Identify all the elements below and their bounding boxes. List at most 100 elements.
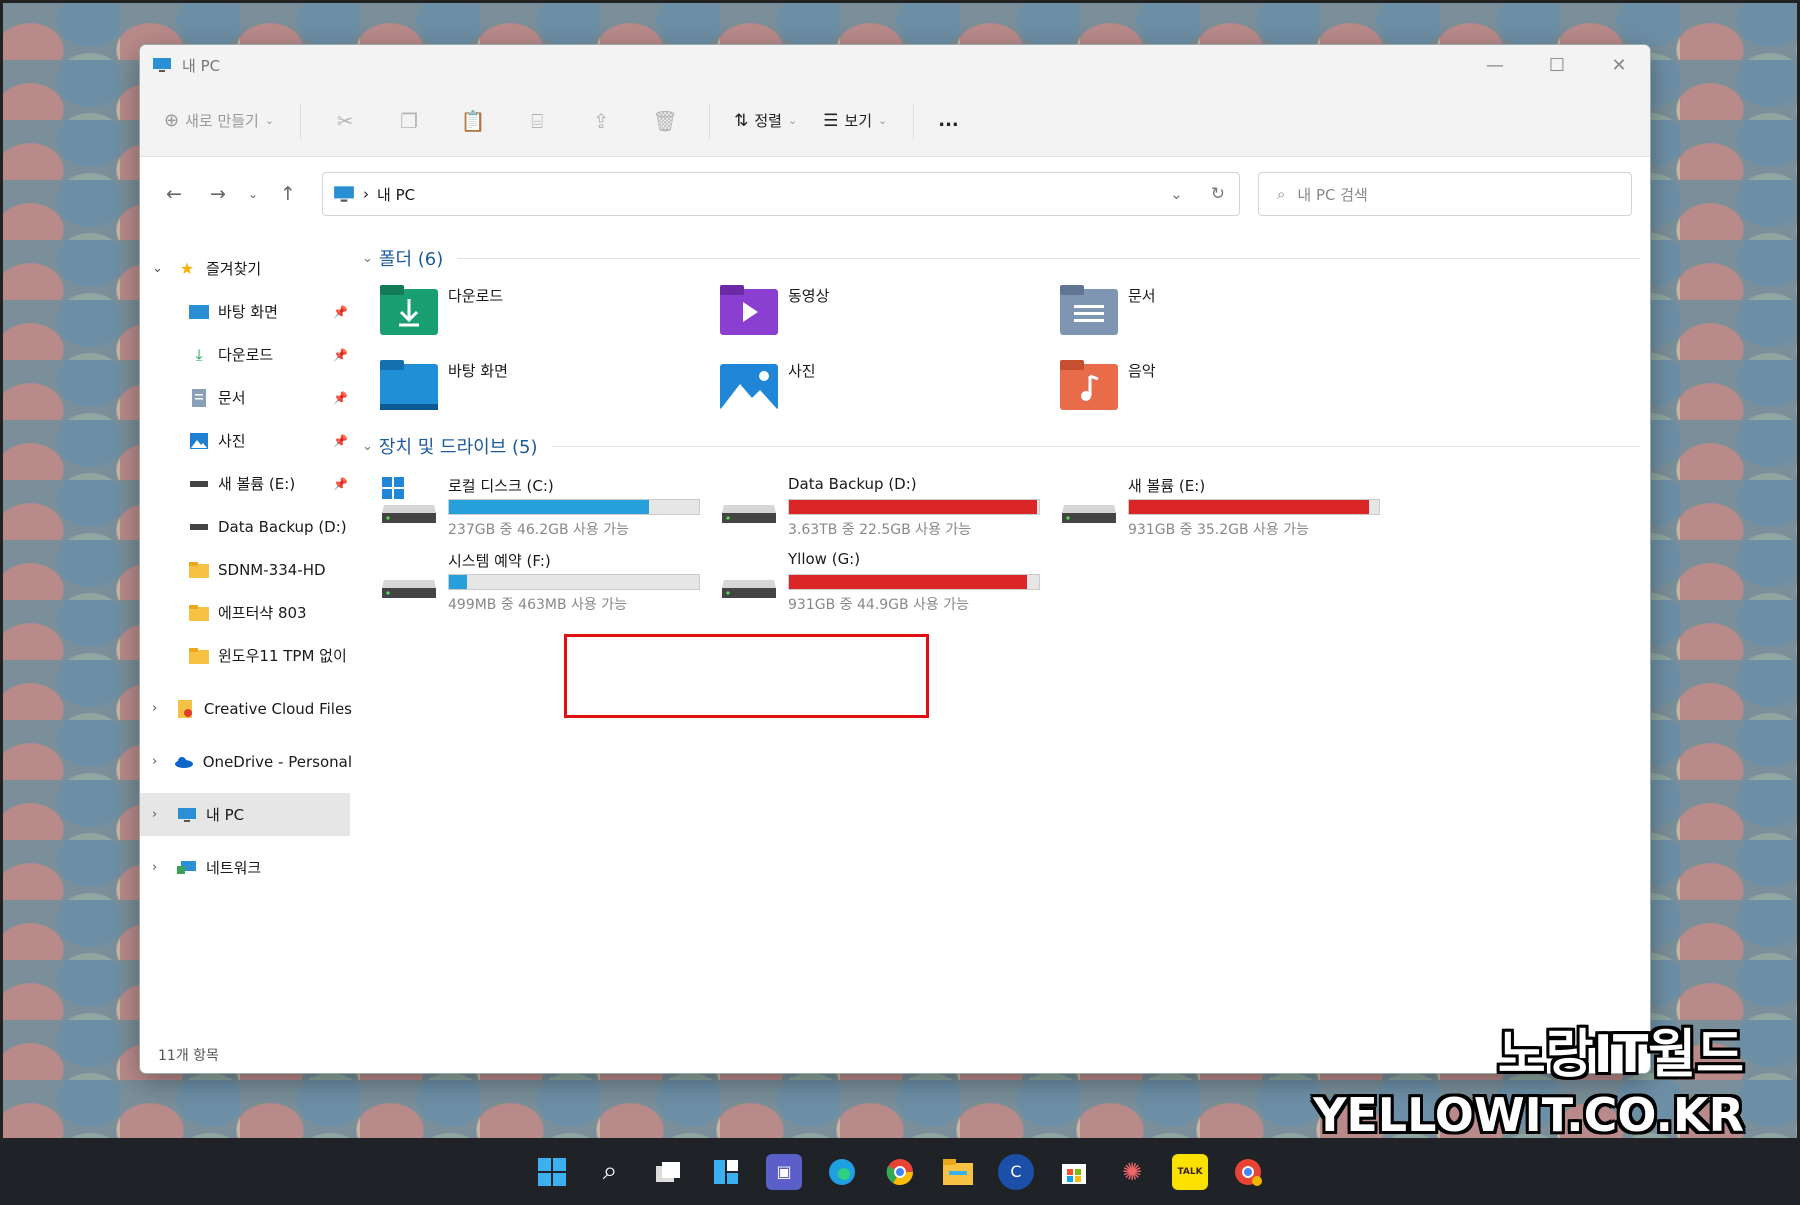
address-dropdown-icon[interactable]: ⌄ [1170, 185, 1183, 203]
maximize-button[interactable]: ☐ [1526, 45, 1588, 85]
view-button-label: 보기 [844, 112, 873, 130]
taskbar: ⌕ ▣ C ✺ TALK [0, 1138, 1800, 1205]
toolbar-separator [300, 102, 302, 139]
start-icon[interactable] [534, 1154, 570, 1190]
minimize-button[interactable]: — [1464, 45, 1526, 85]
search-placeholder: 내 PC 검색 [1297, 185, 1368, 204]
computer-icon [176, 806, 198, 824]
sidebar-item-downloads[interactable]: ⤓ 다운로드 📌 [140, 333, 352, 376]
folders-group-header[interactable]: ⌄ 폴더 (6) [362, 239, 1640, 277]
copy-icon[interactable]: ❐ [389, 109, 429, 133]
refresh-icon[interactable]: ↻ [1211, 184, 1225, 204]
recent-locations-chevron-icon[interactable]: ⌄ [240, 187, 266, 201]
paste-icon[interactable]: 📋 [453, 109, 493, 133]
sidebar-item-documents[interactable]: 문서 📌 [140, 376, 352, 419]
task-view-icon[interactable] [650, 1154, 686, 1190]
drive-usage-bar [788, 499, 1040, 515]
group-divider [457, 257, 1640, 259]
network-icon [176, 859, 198, 877]
chevron-right-icon[interactable]: › [152, 754, 173, 769]
capture-tool-icon[interactable]: ✺ [1114, 1154, 1150, 1190]
chevron-right-icon[interactable]: › [152, 860, 176, 875]
drive-usage-fill [789, 500, 1037, 514]
store-icon[interactable] [1056, 1154, 1092, 1190]
folder-music[interactable]: 음악 [1060, 352, 1400, 427]
sort-button[interactable]: ⇅ 정렬 ⌄ [734, 110, 797, 131]
chevron-right-icon[interactable]: › [152, 701, 174, 716]
chrome-icon[interactable] [882, 1154, 918, 1190]
sidebar-item-quick-access[interactable]: ⌄ ★ 즐겨찾기 [140, 247, 352, 290]
content-pane: ⌄ 폴더 (6) 다운로드 동영상 문서 바탕 화면 사진 음악 ⌄ 장치 및 … [352, 231, 1650, 1069]
drives-group-header[interactable]: ⌄ 장치 및 드라이브 (5) [362, 427, 1640, 465]
folder-label: 문서 [1128, 287, 1156, 305]
new-button[interactable]: ⊕ 새로 만들기 ⌄ [164, 110, 274, 131]
back-arrow-icon[interactable]: ← [152, 183, 196, 205]
sidebar-item-desktop[interactable]: 바탕 화면 📌 [140, 290, 352, 333]
folder-documents[interactable]: 문서 [1060, 277, 1400, 352]
drive-usage-fill [1129, 500, 1369, 514]
drive-icon [188, 475, 210, 493]
share-icon[interactable]: ⇪ [581, 109, 621, 133]
view-button[interactable]: ☰ 보기 ⌄ [823, 110, 887, 131]
chevron-down-icon[interactable]: ⌄ [152, 261, 176, 276]
widgets-icon[interactable] [708, 1154, 744, 1190]
breadcrumb[interactable]: 내 PC [377, 184, 415, 205]
sidebar-item-network[interactable]: › 네트워크 [140, 846, 352, 889]
address-bar[interactable]: › 내 PC ⌄ ↻ [322, 172, 1240, 216]
sidebar-item-label: OneDrive - Personal [202, 752, 352, 771]
pin-icon: 📌 [333, 476, 348, 491]
kakaotalk-icon[interactable]: TALK [1172, 1153, 1208, 1190]
drive-c[interactable]: 로컬 디스크 (C:) 237GB 중 46.2GB 사용 가능 [380, 465, 720, 540]
sidebar-item-data-backup[interactable]: Data Backup (D:) [140, 505, 352, 548]
folder-label: 사진 [788, 362, 816, 380]
computer-icon [334, 186, 354, 202]
drive-label: 로컬 디스크 (C:) [448, 477, 554, 495]
search-icon[interactable]: ⌕ [592, 1154, 628, 1190]
document-icon [188, 388, 210, 407]
dev-tool-icon[interactable]: C [998, 1153, 1034, 1190]
cut-icon[interactable]: ✂ [325, 109, 365, 133]
search-input[interactable]: ⌕ 내 PC 검색 [1258, 172, 1632, 216]
chevron-right-icon[interactable]: › [152, 807, 176, 822]
rename-icon[interactable]: ⌸ [517, 109, 557, 133]
sidebar-item-aftershokz[interactable]: 에프터샥 803 [140, 591, 352, 634]
sidebar-item-onedrive[interactable]: › OneDrive - Personal [140, 740, 352, 783]
sidebar-item-win11-tpm[interactable]: 윈도우11 TPM 없이 [140, 634, 352, 677]
chrome-profile-icon[interactable] [1230, 1154, 1266, 1190]
download-icon: ⤓ [195, 344, 203, 364]
folder-downloads[interactable]: 다운로드 [380, 277, 720, 352]
sidebar-item-pictures[interactable]: 사진 📌 [140, 419, 352, 462]
folder-pictures[interactable]: 사진 [720, 352, 1060, 427]
star-icon: ★ [179, 259, 195, 278]
close-button[interactable]: ✕ [1588, 45, 1650, 85]
folder-videos[interactable]: 동영상 [720, 277, 1060, 352]
chevron-down-icon: ⌄ [362, 250, 373, 266]
sidebar-item-label: SDNM-334-HD [218, 560, 326, 579]
pictures-folder-icon [720, 364, 778, 410]
pictures-icon [188, 432, 210, 450]
sidebar-item-creative-cloud[interactable]: › Creative Cloud Files [140, 687, 352, 730]
plus-circle-icon: ⊕ [164, 110, 180, 131]
chevron-down-icon: ⌄ [787, 114, 798, 127]
sidebar-item-volume-e[interactable]: 새 볼륨 (E:) 📌 [140, 462, 352, 505]
music-folder-icon [1060, 360, 1118, 410]
address-row: ← → ⌄ ↑ › 내 PC ⌄ ↻ ⌕ 내 PC 검색 [140, 157, 1650, 231]
delete-icon[interactable]: 🗑 [645, 109, 685, 133]
drive-g[interactable]: Yllow (G:) 931GB 중 44.9GB 사용 가능 [720, 540, 1060, 615]
up-arrow-icon[interactable]: ↑ [266, 183, 310, 205]
drive-e[interactable]: 새 볼륨 (E:) 931GB 중 35.2GB 사용 가능 [1060, 465, 1400, 540]
sidebar-item-sdnm[interactable]: SDNM-334-HD [140, 548, 352, 591]
drive-d[interactable]: Data Backup (D:) 3.63TB 중 22.5GB 사용 가능 [720, 465, 1060, 540]
windows-drive-icon [382, 477, 436, 523]
edge-icon[interactable] [824, 1154, 860, 1190]
file-explorer-icon[interactable] [940, 1154, 976, 1190]
title-bar: 내 PC — ☐ ✕ [140, 45, 1650, 85]
navigation-pane: ⌄ ★ 즐겨찾기 바탕 화면 📌 ⤓ 다운로드 📌 문서 📌 사진 📌 새 볼륨… [140, 231, 352, 1069]
forward-arrow-icon[interactable]: → [196, 183, 240, 205]
sidebar-item-this-pc[interactable]: › 내 PC [140, 793, 350, 836]
folder-desktop[interactable]: 바탕 화면 [380, 352, 720, 427]
drive-f[interactable]: 시스템 예약 (F:) 499MB 중 463MB 사용 가능 [380, 540, 720, 615]
more-options-button[interactable]: ... [938, 110, 959, 131]
teams-chat-icon[interactable]: ▣ [766, 1153, 802, 1190]
sidebar-item-label: 새 볼륨 (E:) [218, 475, 296, 493]
